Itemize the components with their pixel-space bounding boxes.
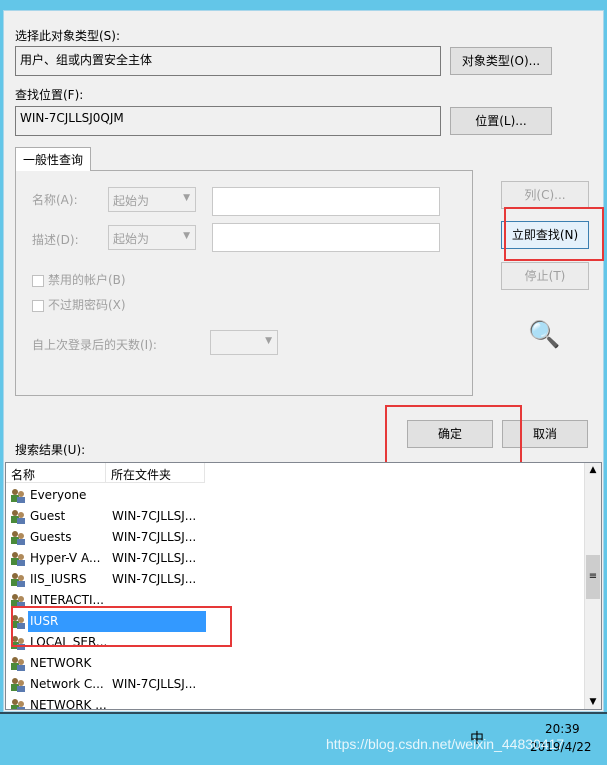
row-name: NETWORK xyxy=(30,656,92,670)
column-header-name[interactable]: 名称 xyxy=(6,463,106,483)
search-results-list[interactable]: 名称 所在文件夹 Everyone Guest WIN-7CJLLSJ... Gues… xyxy=(5,462,602,710)
name-mode-value: 起始为 xyxy=(113,194,150,208)
table-row[interactable]: Guest WIN-7CJLLSJ... xyxy=(6,506,586,527)
user-group-icon xyxy=(10,698,26,709)
search-flashlight-icon: 🔍 xyxy=(528,320,561,350)
name-input[interactable] xyxy=(212,187,440,216)
user-group-icon xyxy=(10,530,26,545)
scroll-thumb[interactable]: ≡ xyxy=(586,555,600,599)
locations-button[interactable]: 位置(L)... xyxy=(450,107,552,135)
location-field: WIN-7CJLLSJ0QJM xyxy=(15,106,441,136)
object-type-field: 用户、组或内置安全主体 xyxy=(15,46,441,76)
tab-common-queries[interactable]: 一般性查询 xyxy=(15,147,92,171)
scrollbar[interactable]: ▲ ≡ ▼ xyxy=(584,463,601,709)
description-mode-value: 起始为 xyxy=(113,232,150,246)
location-label: 查找位置(F): xyxy=(15,88,84,102)
row-name: Hyper-V A... xyxy=(30,551,101,565)
days-since-logon-label: 自上次登录后的天数(I): xyxy=(32,338,157,352)
scroll-up-icon[interactable]: ▲ xyxy=(585,465,601,475)
columns-button[interactable]: 列(C)... xyxy=(501,181,589,209)
disabled-accounts-checkbox[interactable]: 禁用的帐户(B) xyxy=(32,271,126,288)
highlight-box xyxy=(504,207,604,261)
stop-button[interactable]: 停止(T) xyxy=(501,262,589,290)
name-mode-select[interactable]: 起始为 ▼ xyxy=(108,187,196,212)
row-name: Guest xyxy=(30,509,66,523)
table-row[interactable]: Guests WIN-7CJLLSJ... xyxy=(6,527,586,548)
clock-time[interactable]: 20:39 xyxy=(545,722,580,736)
non-expiring-password-label: 不过期密码(X) xyxy=(48,298,126,312)
chevron-down-icon: ▼ xyxy=(265,336,272,346)
user-group-icon xyxy=(10,677,26,692)
chevron-down-icon: ▼ xyxy=(183,231,190,241)
search-results-label: 搜索结果(U): xyxy=(15,443,86,457)
watermark: https://blog.csdn.net/weixin_44830417 xyxy=(326,736,565,752)
table-row[interactable]: NETWORK xyxy=(6,653,586,674)
user-group-icon xyxy=(10,509,26,524)
row-name: INTERACTI... xyxy=(30,593,104,607)
user-group-icon xyxy=(10,572,26,587)
description-input[interactable] xyxy=(212,223,440,252)
row-folder: WIN-7CJLLSJ... xyxy=(112,551,197,565)
row-name: Network C... xyxy=(30,677,104,691)
highlight-box xyxy=(11,606,232,647)
row-name: IIS_IUSRS xyxy=(30,572,87,586)
object-type-label: 选择此对象类型(S): xyxy=(15,29,121,43)
scroll-down-icon[interactable]: ▼ xyxy=(585,697,601,707)
table-row[interactable]: IIS_IUSRS WIN-7CJLLSJ... xyxy=(6,569,586,590)
user-group-icon xyxy=(10,551,26,566)
row-name: Guests xyxy=(30,530,72,544)
taskbar: 中 20:39 2019/4/22 https://blog.csdn.net/… xyxy=(0,712,607,765)
row-folder: WIN-7CJLLSJ... xyxy=(112,509,197,523)
table-row[interactable]: NETWORK ... xyxy=(6,695,586,710)
row-folder: WIN-7CJLLSJ... xyxy=(112,677,197,691)
days-since-logon-select[interactable]: ▼ xyxy=(210,330,278,355)
disabled-accounts-label: 禁用的帐户(B) xyxy=(48,273,126,287)
object-types-button[interactable]: 对象类型(O)... xyxy=(450,47,552,75)
name-label: 名称(A): xyxy=(32,193,78,207)
row-name: NETWORK ... xyxy=(30,698,107,710)
non-expiring-password-checkbox[interactable]: 不过期密码(X) xyxy=(32,296,126,313)
description-label: 描述(D): xyxy=(32,233,79,247)
table-row[interactable]: Everyone xyxy=(6,485,586,506)
user-group-icon xyxy=(10,488,26,503)
description-mode-select[interactable]: 起始为 ▼ xyxy=(108,225,196,250)
chevron-down-icon: ▼ xyxy=(183,193,190,203)
row-folder: WIN-7CJLLSJ... xyxy=(112,530,197,544)
row-folder: WIN-7CJLLSJ... xyxy=(112,572,197,586)
user-group-icon xyxy=(10,656,26,671)
table-row[interactable]: Hyper-V A... WIN-7CJLLSJ... xyxy=(6,548,586,569)
column-header-folder[interactable]: 所在文件夹 xyxy=(106,463,205,483)
table-row[interactable]: Network C... WIN-7CJLLSJ... xyxy=(6,674,586,695)
row-name: Everyone xyxy=(30,488,87,502)
